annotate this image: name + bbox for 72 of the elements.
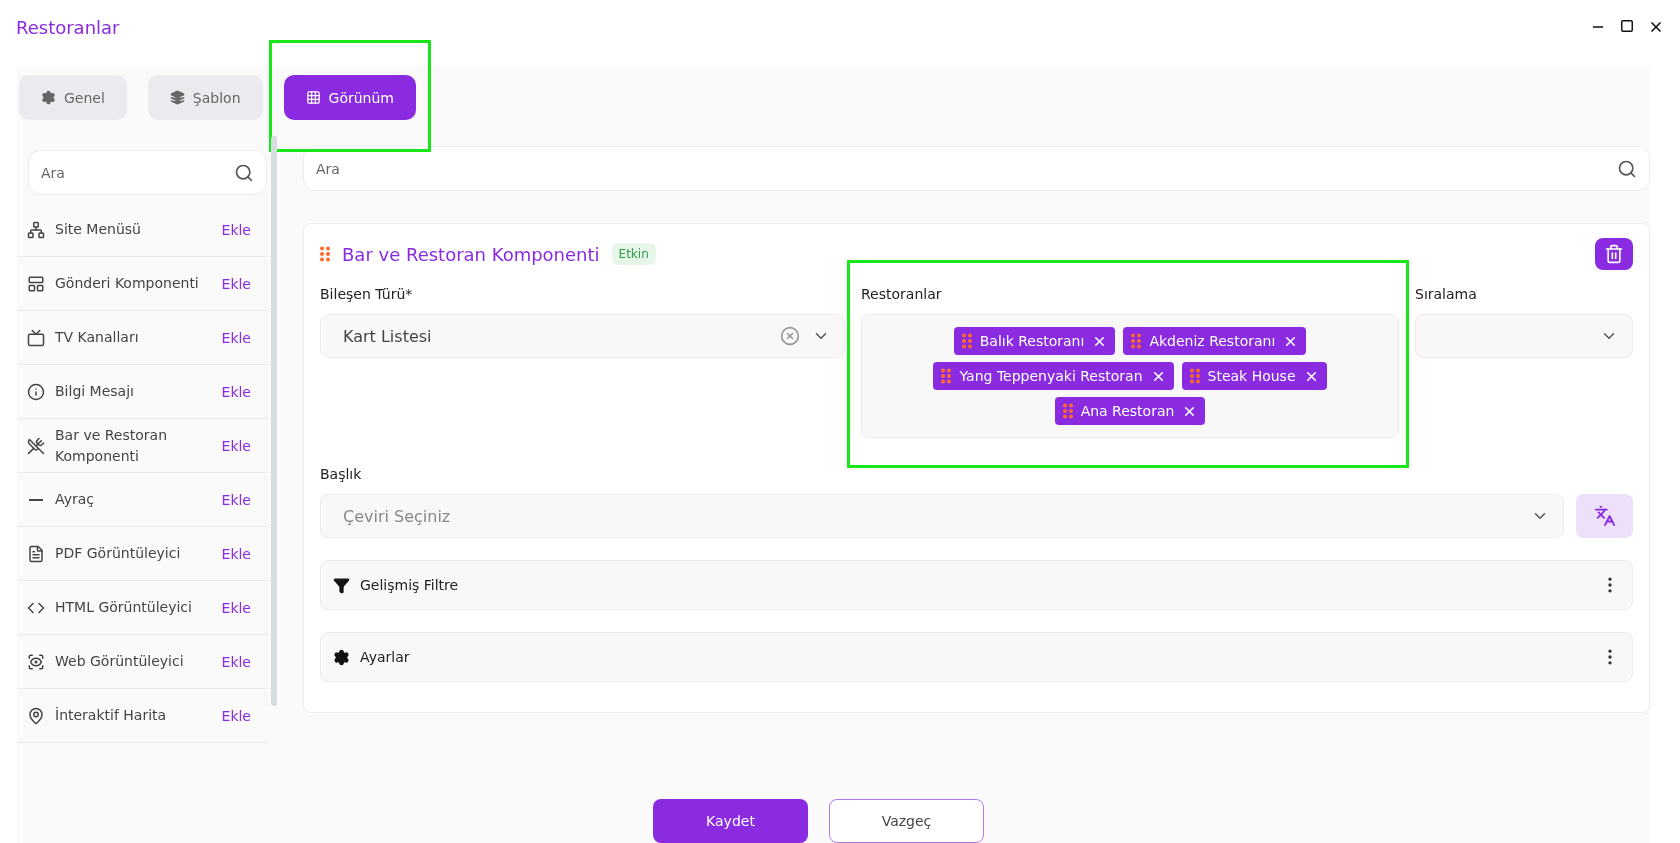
sidebar-item[interactable]: HTML Görüntüleyici Ekle — [17, 581, 267, 635]
delete-button[interactable] — [1595, 238, 1633, 270]
tab[interactable]: Görünüm — [283, 75, 416, 120]
add-link[interactable]: Ekle — [221, 545, 251, 562]
tab[interactable]: Genel — [19, 75, 127, 120]
grip-icon[interactable] — [1062, 403, 1073, 419]
utensils-icon — [27, 436, 45, 455]
field-label: Restoranlar — [861, 286, 943, 302]
sidebar-item[interactable]: Gönderi Komponenti Ekle — [17, 257, 267, 311]
close-icon[interactable] — [1648, 19, 1664, 35]
tab[interactable]: Şablon — [147, 75, 263, 120]
add-link[interactable]: Ekle — [221, 275, 251, 292]
add-link[interactable]: Ekle — [221, 653, 251, 670]
field-label: Başlık — [320, 466, 363, 482]
search-field[interactable]: Ara — [303, 146, 1650, 191]
status-badge: Etkin — [611, 243, 656, 265]
grip-icon[interactable] — [941, 368, 952, 384]
sidebar-item[interactable]: İnteraktif Harita Ekle — [17, 689, 267, 743]
type-select[interactable]: Kart Listesi — [320, 314, 845, 358]
sitemap-icon — [27, 220, 45, 239]
clear-icon[interactable] — [780, 326, 800, 346]
sidebar-item[interactable]: Site Menüsü Ekle — [17, 203, 267, 257]
add-link[interactable]: Ekle — [221, 383, 251, 400]
collapsible-panel[interactable]: Gelişmiş Filtre — [320, 560, 1633, 610]
tv-icon — [27, 328, 45, 347]
map-pin-icon — [27, 706, 45, 725]
trash-icon — [1604, 244, 1624, 264]
cancel-button[interactable]: Vazgeç — [829, 799, 984, 843]
minus-icon — [29, 498, 43, 501]
add-link[interactable]: Ekle — [221, 491, 251, 508]
grip-icon[interactable] — [961, 333, 972, 349]
add-link[interactable]: Ekle — [221, 221, 251, 238]
window-title: Restoranlar — [16, 16, 120, 38]
search-icon — [1617, 158, 1637, 179]
add-link[interactable]: Ekle — [221, 329, 251, 346]
grip-icon[interactable] — [1189, 368, 1200, 384]
component-title: Bar ve Restoran Komponenti — [342, 243, 600, 265]
add-link[interactable]: Ekle — [221, 707, 251, 724]
restaurant-tag[interactable]: Akdeniz Restoranı — [1123, 327, 1307, 355]
filter-icon — [333, 576, 350, 594]
restaurant-select[interactable]: Balık Restoranı Akdeniz Restoranı Yang Teppenyaki Restoran Steak House Ana Restoran — [861, 314, 1399, 438]
restaurant-tag[interactable]: Steak House — [1181, 362, 1327, 390]
restaurant-tag[interactable]: Ana Restoran — [1054, 397, 1206, 425]
layout-icon — [27, 274, 45, 293]
document-icon — [27, 544, 45, 563]
translate-button[interactable] — [1576, 494, 1633, 538]
eye-icon — [27, 652, 45, 671]
sidebar-item[interactable]: PDF Görüntüleyici Ekle — [17, 527, 267, 581]
sidebar-item[interactable]: Web Görüntüleyici Ekle — [17, 635, 267, 689]
sidebar-item[interactable]: Bar ve Restoran Komponenti Ekle — [17, 419, 267, 473]
scrollbar[interactable] — [271, 136, 277, 706]
grip-icon[interactable] — [1131, 333, 1142, 349]
search-field[interactable]: Ara — [28, 150, 267, 195]
add-link[interactable]: Ekle — [221, 437, 251, 454]
grid-icon — [305, 90, 321, 105]
maximize-icon[interactable] — [1620, 19, 1634, 33]
translation-select[interactable]: Çeviri Seçiniz — [320, 494, 1564, 538]
layers-icon — [169, 90, 185, 105]
sidebar-item[interactable]: TV Kanalları Ekle — [17, 311, 267, 365]
info-icon — [27, 382, 45, 401]
sidebar-item[interactable]: Bilgi Mesajı Ekle — [17, 365, 267, 419]
search-icon — [234, 162, 254, 183]
translate-icon — [1593, 505, 1616, 527]
restaurant-tag[interactable]: Yang Teppenyaki Restoran — [933, 362, 1174, 390]
field-label: Sıralama — [1415, 286, 1478, 302]
save-button[interactable]: Kaydet — [653, 799, 808, 843]
add-link[interactable]: Ekle — [221, 599, 251, 616]
grip-icon[interactable] — [320, 246, 330, 262]
collapsible-panel[interactable]: Ayarlar — [320, 632, 1633, 682]
field-label: Bileşen Türü* — [320, 286, 414, 302]
sidebar-item[interactable]: Ayraç Ekle — [17, 473, 267, 527]
restaurant-tag[interactable]: Balık Restoranı — [953, 327, 1116, 355]
